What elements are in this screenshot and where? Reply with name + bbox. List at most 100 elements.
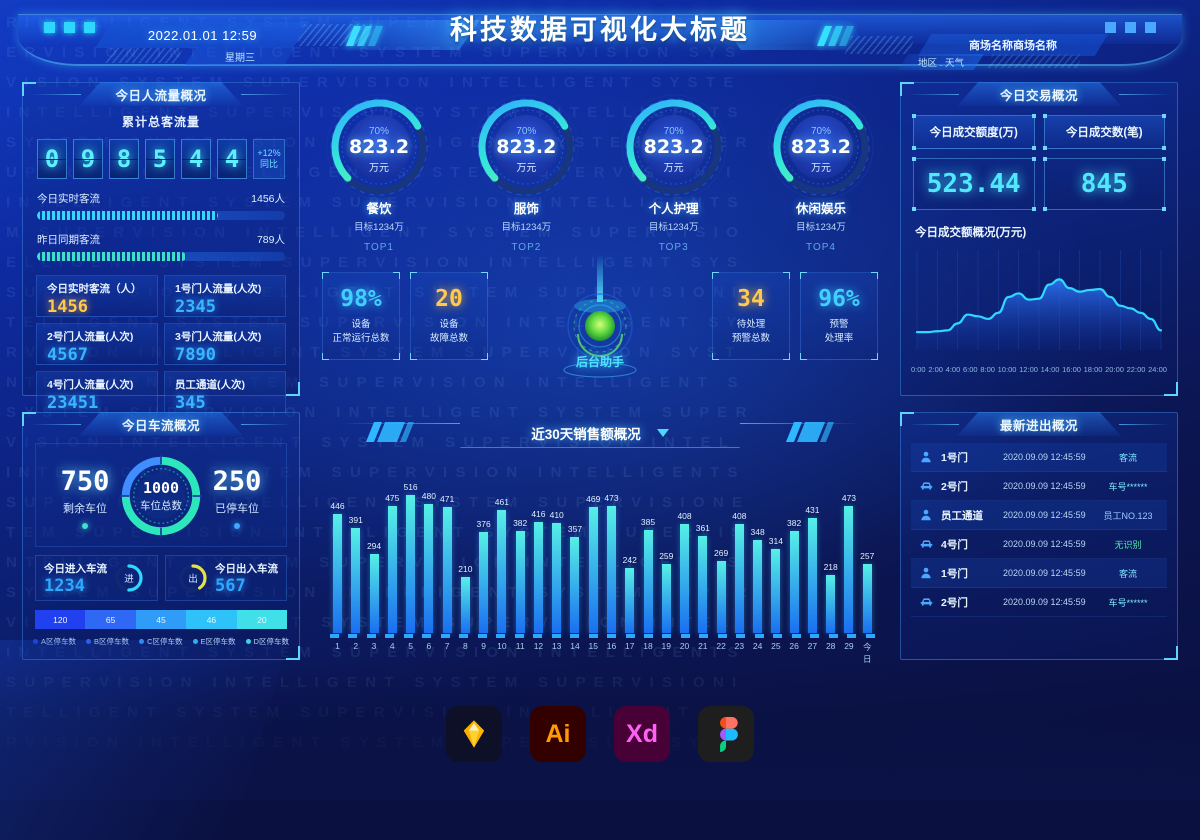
parking-total-center: 1000 车位总数 — [117, 452, 205, 540]
log-gate: 2号门 — [941, 596, 968, 609]
app-icon-row: Ai Xd — [0, 706, 1200, 762]
vehicle-in-label: 今日进入车流 — [44, 562, 107, 575]
vehicle-out-gauge-icon: 出 — [177, 562, 209, 594]
flow-cell-value-1: 2345 — [175, 297, 216, 317]
bar-item: 410 — [549, 458, 564, 633]
parking-panel-header: 今日车流概况 — [79, 412, 243, 436]
log-row[interactable]: 2号门 2020.09.09 12:45:59 车号****** — [911, 472, 1167, 501]
axis-tick — [496, 634, 506, 638]
gauge-unit-1: 万元 — [516, 162, 537, 174]
log-row[interactable]: 员工通道 2020.09.09 12:45:59 员工NO.123 — [911, 501, 1167, 530]
log-gate: 1号门 — [941, 567, 968, 580]
bar-value-label: 314 — [768, 536, 783, 546]
bar-value-label: 475 — [385, 493, 400, 503]
bar-rect — [826, 575, 836, 633]
log-row[interactable]: 2号门 2020.09.09 12:45:59 车号****** — [911, 588, 1167, 617]
assistant-label: 后台助手 — [575, 355, 624, 369]
figma-app-icon[interactable] — [698, 706, 754, 762]
log-row[interactable]: 1号门 2020.09.09 12:45:59 客流 — [911, 443, 1167, 472]
flow-bar-value-0: 1456人 — [251, 193, 285, 205]
kpi-label-0: 设备 正常运行总数 — [332, 319, 390, 344]
zone-segment-1: 65 — [85, 610, 136, 629]
mall-name-display: 商场名称商场名称 — [918, 34, 1108, 56]
bar-item: 385 — [641, 458, 656, 633]
log-gate: 员工通道 — [941, 509, 983, 522]
bar-value-label: 357 — [567, 524, 583, 534]
sketch-app-icon[interactable] — [446, 706, 502, 762]
header-hatch-right2 — [987, 54, 1083, 68]
flow-cell-label-3: 3号门人流量(人次) — [175, 331, 262, 343]
axis-tick — [385, 634, 395, 638]
bar-rect — [479, 532, 489, 633]
trade-amount-label: 今日成交额度(万) — [929, 127, 1018, 139]
flow-panel-header: 今日人流量概况 — [79, 82, 243, 106]
chart-wing-left-icon — [365, 422, 415, 442]
line-x-label: 0:00 — [911, 365, 926, 374]
axis-tick — [810, 634, 820, 638]
zone-segment-2: 45 — [135, 610, 187, 629]
person-icon — [919, 450, 941, 464]
parking-zone-bar: 120 65 45 46 20 — [35, 610, 288, 629]
chevron-down-icon[interactable] — [656, 428, 669, 437]
bar-value-label: 218 — [823, 562, 838, 572]
flow-cell-0: 今日实时客流（人） 1456 — [36, 275, 158, 317]
bar-value-label: 294 — [366, 541, 382, 551]
bar-item: 382 — [513, 458, 528, 633]
bar-item: 475 — [385, 458, 400, 633]
trade-line-chart-title: 今日成交额概况(万元) — [915, 227, 1027, 239]
bar-rect — [351, 528, 361, 633]
xd-app-icon[interactable]: Xd — [614, 706, 670, 762]
gauge-value-2: 823.2 — [643, 136, 704, 158]
bar-item: 469 — [586, 458, 601, 633]
axis-tick — [828, 634, 838, 638]
bar-item: 269 — [714, 458, 729, 633]
bar-item: 218 — [823, 458, 838, 633]
log-time: 2020.09.09 12:45:59 — [1003, 597, 1086, 607]
line-x-label: 24:00 — [1148, 365, 1167, 374]
flow-cell-2: 2号门人流量(人次) 4567 — [36, 323, 158, 365]
illustrator-app-icon[interactable]: Ai — [530, 706, 586, 762]
kpi-label-3: 预警 处理率 — [824, 319, 854, 344]
bar-rect — [552, 523, 562, 633]
flow-bar-1: 昨日同期客流 789人 — [37, 232, 285, 261]
trade-count-value-box: 845 — [1042, 157, 1166, 211]
flow-bar-label-1: 昨日同期客流 — [37, 234, 100, 246]
counter-compare-badge: +12% 同比 — [253, 139, 285, 179]
log-row[interactable]: 1号门 2020.09.09 12:45:59 客流 — [911, 559, 1167, 588]
datetime-text: 2022.01.01 12:59 — [147, 27, 258, 43]
bar-rect — [533, 522, 543, 633]
flow-cell-3: 3号门人流量(人次) 7890 — [164, 323, 286, 365]
bar-item: 408 — [677, 458, 692, 633]
line-x-label: 18:00 — [1083, 365, 1103, 374]
bar-rect — [333, 514, 342, 633]
axis-tick — [551, 634, 561, 638]
compare-label: 同比 — [259, 159, 278, 169]
axis-tick — [403, 634, 413, 638]
bar-value-label: 408 — [732, 511, 747, 521]
person-icon — [919, 566, 941, 580]
flow-cell-4: 4号门人流量(人次) 23451 — [36, 371, 158, 413]
xd-label: Xd — [626, 719, 658, 748]
log-row[interactable]: 4号门 2020.09.09 12:45:59 无识别 — [911, 530, 1167, 559]
trade-amount-value: 523.44 — [926, 169, 1021, 199]
sales-chart-selector[interactable]: 近30天销售额概况 — [460, 418, 740, 448]
axis-tick — [699, 634, 709, 638]
gauge-name-0: 餐饮 — [366, 202, 392, 216]
page-header: 科技数据可视化大标题 2022.01.01 12:59 星期三 商场名称商场名称… — [0, 0, 1200, 70]
gauge-rank-0: TOP1 — [364, 242, 394, 253]
gauge-center-2: 70% 823.2 万元 — [610, 126, 738, 174]
log-panel-title: 最新进出概况 — [999, 418, 1078, 433]
car-icon — [919, 595, 941, 610]
gauge-value-3: 823.2 — [790, 136, 852, 158]
bar-rect — [369, 554, 379, 633]
log-tag: 车号****** — [1108, 481, 1148, 492]
bar-value-label: 242 — [622, 555, 637, 565]
bar-item: 431 — [805, 458, 820, 633]
bar-rect — [387, 506, 397, 633]
bar-item: 294 — [367, 458, 382, 633]
entry-log-list: 1号门 2020.09.09 12:45:59 客流 2号门 2020.09.09 12… — [911, 443, 1167, 617]
remaining-label: 剩余车位 — [63, 503, 107, 515]
trade-line-svg — [915, 250, 1163, 350]
counter-digit-4: 4 — [181, 139, 211, 179]
flow-bar-track-0 — [37, 211, 285, 220]
